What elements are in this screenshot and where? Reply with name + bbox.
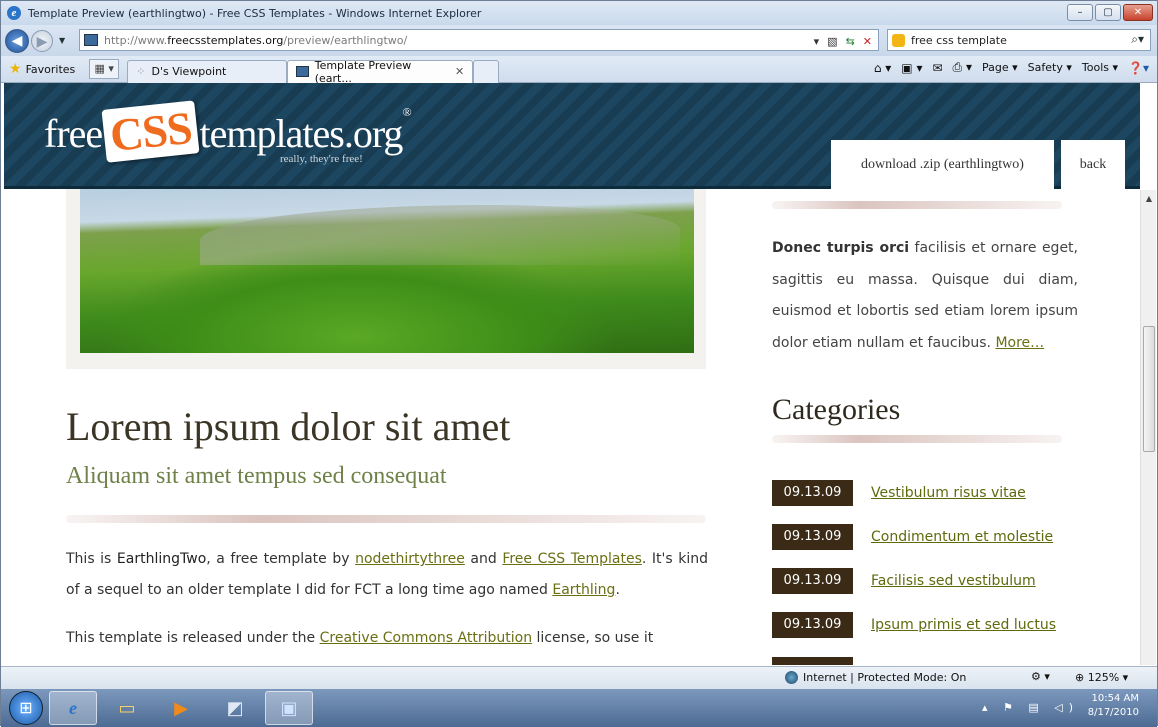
category-link[interactable]: Vestibulum risus vitae <box>871 485 1026 501</box>
help-icon[interactable]: ❓▾ <box>1128 61 1149 75</box>
category-date: 09.13.09 <box>772 480 853 506</box>
page-menu[interactable]: Page ▾ <box>982 61 1018 74</box>
tab-close-icon[interactable]: ✕ <box>455 65 464 78</box>
back-link[interactable]: back <box>1061 140 1125 189</box>
post-divider <box>66 515 706 523</box>
window-title: Template Preview (earthlingtwo) - Free C… <box>28 6 482 20</box>
internet-explorer-taskbar-icon[interactable]: e <box>49 691 97 725</box>
file-explorer-taskbar-icon[interactable]: ▭ <box>103 691 151 725</box>
page-viewport: free CSS templates.org® really, they're fr… <box>4 83 1140 665</box>
categories-heading: Categories <box>772 393 901 426</box>
category-date: 09.13.09 <box>772 568 853 594</box>
address-url: http://www.freecsstemplates.org/preview/… <box>104 33 408 47</box>
post-title: Lorem ipsum dolor sit amet <box>66 404 511 449</box>
tab-favicon-icon <box>296 66 309 77</box>
search-provider-icon <box>892 33 905 47</box>
search-icon[interactable]: ⌕▾ <box>1131 32 1144 47</box>
category-date <box>772 657 853 665</box>
new-tab-button[interactable] <box>473 59 500 83</box>
tab-ds-viewpoint[interactable]: ⁘ D's Viewpoint <box>127 59 288 83</box>
scroll-up-icon[interactable]: ▲ <box>1141 194 1157 203</box>
protected-mode-icon[interactable]: ⚙ ▾ <box>1031 670 1050 683</box>
scroll-thumb[interactable] <box>1143 326 1155 452</box>
categories-divider <box>772 435 1062 443</box>
forward-arrow-icon[interactable]: ▶ <box>31 29 53 52</box>
category-link[interactable]: Facilisis sed vestibulum <box>871 573 1036 589</box>
link-nodethirtythree[interactable]: nodethirtythree <box>355 551 465 567</box>
category-item: 09.13.09 Condimentum et molestie <box>772 524 1053 550</box>
site-header: free CSS templates.org® really, they're fr… <box>4 83 1140 189</box>
refresh-icon[interactable]: ⇆ <box>846 35 855 48</box>
title-bar: e Template Preview (earthlingtwo) - Free… <box>1 1 1157 25</box>
status-bar: Internet | Protected Mode: On ⚙ ▾ ⊕ 125%… <box>1 666 1157 689</box>
mail-icon[interactable]: ✉ <box>932 61 942 75</box>
feeds-icon[interactable]: ▣ ▾ <box>901 61 922 75</box>
link-earthling[interactable]: Earthling <box>552 582 615 598</box>
home-icon[interactable]: ⌂ ▾ <box>874 61 891 75</box>
category-item: 09.13.09 Ipsum primis et sed luctus <box>772 612 1056 638</box>
post-paragraph-1: This is EarthlingTwo, a free template by… <box>66 551 708 598</box>
system-tray-icons[interactable]: ▴ ⚑ ▤ ◁) <box>982 701 1079 714</box>
ie-logo-icon: e <box>7 6 21 20</box>
loading-icon: ⁘ <box>136 65 146 78</box>
tab-template-preview[interactable]: Template Preview (eart... ✕ <box>287 58 474 85</box>
download-zip-button[interactable]: download .zip (earthlingtwo) <box>831 140 1054 189</box>
address-bar[interactable]: http://www.freecsstemplates.org/preview/… <box>79 29 879 51</box>
vertical-scrollbar[interactable]: ▲ <box>1140 190 1156 665</box>
globe-icon <box>785 671 798 684</box>
category-date: 09.13.09 <box>772 612 853 638</box>
more-link[interactable]: More… <box>995 335 1044 351</box>
favorites-label: Favorites <box>25 62 76 76</box>
category-link[interactable]: Ipsum primis et sed luctus <box>871 617 1056 633</box>
stop-icon[interactable]: ✕ <box>863 35 872 48</box>
browser-window: e Template Preview (earthlingtwo) - Free… <box>0 0 1158 727</box>
tab-label: D's Viewpoint <box>151 65 227 78</box>
clock-time: 10:54 AM <box>1091 693 1139 704</box>
tab-row: ★ Favorites ▦ ▾ ⁘ D's Viewpoint Template… <box>1 56 1157 85</box>
back-arrow-icon[interactable]: ◀ <box>5 28 29 53</box>
maximize-button[interactable]: ▢ <box>1095 4 1121 21</box>
close-button[interactable]: ✕ <box>1123 4 1153 21</box>
tab-label: Template Preview (eart... <box>314 58 412 85</box>
post-paragraph-2: This template is released under the Crea… <box>66 630 654 646</box>
address-row: ◀ ▶ ▼ http://www.freecsstemplates.org/pr… <box>1 25 1157 56</box>
start-button-icon[interactable]: ⊞ <box>9 691 43 725</box>
security-zone[interactable]: Internet | Protected Mode: On <box>785 671 966 684</box>
page-favicon-icon <box>84 34 98 46</box>
sidebar-divider <box>772 201 1062 209</box>
print-icon[interactable]: ⎙ ▾ <box>953 60 972 75</box>
favorites-star-icon: ★ <box>9 61 22 77</box>
site-logo[interactable]: free CSS templates.org® <box>44 100 412 163</box>
search-box[interactable]: free css template ⌕▾ <box>887 29 1151 51</box>
address-dropdown-icon[interactable]: ▾ <box>814 35 820 48</box>
remote-desktop-taskbar-icon[interactable]: ▣ <box>265 691 313 725</box>
history-dropdown-icon[interactable]: ▼ <box>59 36 65 45</box>
taskbar: ⊞ e ▭ ▶ ◩ ▣ ▴ ⚑ ▤ ◁) 10:54 AM 8/17/2010 <box>1 689 1157 727</box>
safety-menu[interactable]: Safety ▾ <box>1028 61 1072 74</box>
notepad-taskbar-icon[interactable]: ◩ <box>211 691 259 725</box>
hero-image-frame <box>66 189 706 369</box>
link-creative-commons[interactable]: Creative Commons Attribution <box>320 630 532 646</box>
zone-label: Internet | Protected Mode: On <box>803 671 967 684</box>
minimize-button[interactable]: – <box>1067 4 1093 21</box>
category-item: 09.13.09 Facilisis sed vestibulum <box>772 568 1036 594</box>
clock[interactable]: 10:54 AM 8/17/2010 <box>1088 692 1139 720</box>
category-date: 09.13.09 <box>772 524 853 550</box>
post-subtitle: Aliquam sit amet tempus sed consequat <box>66 463 447 489</box>
site-tagline: really, they're free! <box>280 153 363 165</box>
link-free-css-templates[interactable]: Free CSS Templates <box>502 551 642 567</box>
favorites-button[interactable]: ★ Favorites <box>9 61 75 77</box>
category-item: 09.13.09 Vestibulum risus vitae <box>772 480 1026 506</box>
category-item-partial <box>772 657 853 665</box>
quick-tabs-icon[interactable]: ▦ ▾ <box>89 59 120 79</box>
tools-menu[interactable]: Tools ▾ <box>1082 61 1118 74</box>
category-link[interactable]: Condimentum et molestie <box>871 529 1053 545</box>
sidebar-intro: Donec turpis orci facilisis et ornare eg… <box>772 240 1078 351</box>
search-input[interactable]: free css template <box>911 34 1007 47</box>
zoom-level[interactable]: ⊕ 125% ▾ <box>1075 671 1128 684</box>
media-player-taskbar-icon[interactable]: ▶ <box>157 691 205 725</box>
landscape-image <box>80 189 694 353</box>
clock-date: 8/17/2010 <box>1087 707 1139 718</box>
compatibility-icon[interactable]: ▧ <box>827 35 837 48</box>
